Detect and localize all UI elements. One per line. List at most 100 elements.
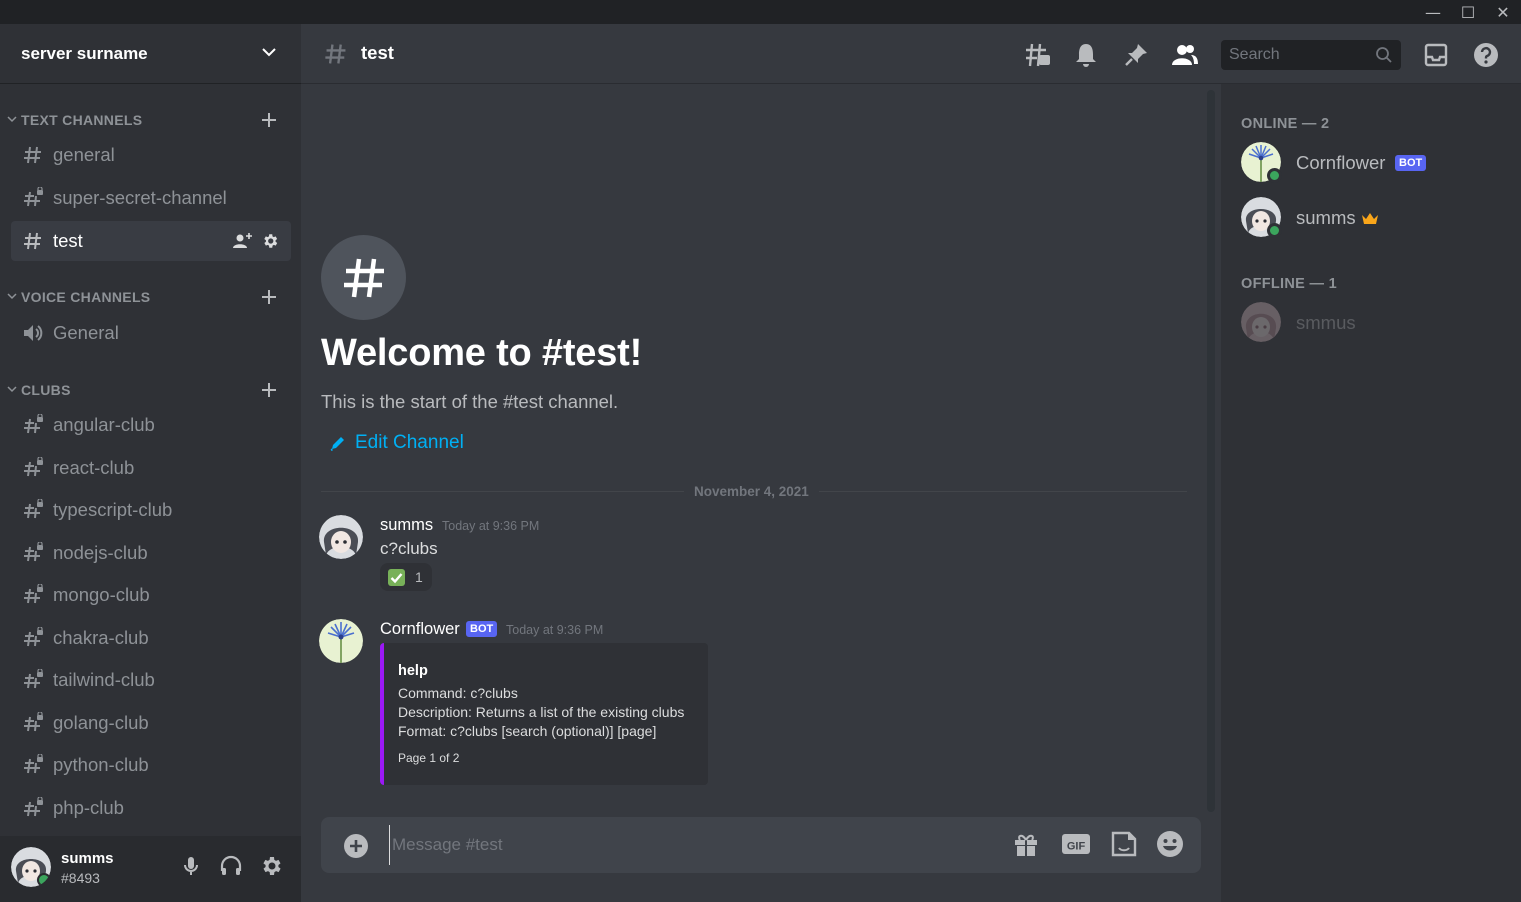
inbox-icon[interactable] <box>1422 41 1450 69</box>
channel-title: test <box>361 42 394 63</box>
search-box[interactable] <box>1221 40 1401 70</box>
member-cornflower[interactable]: Cornflower BOT <box>1241 142 1511 186</box>
bell-icon[interactable] <box>1072 41 1100 69</box>
message-author[interactable]: summs <box>380 516 433 535</box>
member-name: Cornflower <box>1296 152 1386 173</box>
reaction-count: 1 <box>415 569 423 585</box>
member-name: summs <box>1296 207 1356 228</box>
channel-name: golang-club <box>53 712 149 733</box>
create-channel-plus-icon[interactable] <box>259 380 279 400</box>
channel-name: python-club <box>53 754 149 775</box>
emoji-icon[interactable] <box>1155 829 1185 859</box>
caret-down-icon <box>7 293 17 300</box>
member-list-icon[interactable] <box>1171 41 1199 69</box>
locked-hashtag-icon <box>24 754 43 774</box>
message-composer: GIF <box>321 817 1201 873</box>
voice-channel-general[interactable]: General <box>11 313 291 353</box>
avatar[interactable] <box>319 515 363 559</box>
locked-hashtag-icon <box>24 499 43 519</box>
welcome-title: Welcome to #test! <box>321 332 643 374</box>
channel-mongo-club[interactable]: mongo-club <box>11 575 291 615</box>
channel-golang-club[interactable]: golang-club <box>11 703 291 743</box>
online-status-dot <box>1267 168 1282 183</box>
message-input[interactable] <box>389 825 989 865</box>
hashtag-icon <box>24 146 41 164</box>
create-channel-plus-icon[interactable] <box>259 110 279 130</box>
locked-hashtag-icon <box>24 187 43 207</box>
channel-name: angular-club <box>53 414 155 435</box>
headphones-icon[interactable] <box>219 854 243 878</box>
category-label: VOICE CHANNELS <box>21 289 151 305</box>
gif-label: GIF <box>1067 841 1086 853</box>
member-smmus[interactable]: smmus <box>1241 302 1511 346</box>
search-input[interactable] <box>1221 40 1371 70</box>
scrollbar[interactable] <box>1207 90 1215 812</box>
user-settings-gear-icon[interactable] <box>259 854 283 878</box>
channel-tailwind-club[interactable]: tailwind-club <box>11 660 291 700</box>
message-content: c?clubs <box>380 539 438 558</box>
channel-angular-club[interactable]: angular-club <box>11 405 291 445</box>
category-label: TEXT CHANNELS <box>21 112 143 128</box>
threads-icon[interactable] <box>1023 41 1051 69</box>
gift-icon[interactable] <box>1011 829 1041 859</box>
check-mark-emoji-icon <box>388 568 405 586</box>
channel-python-club[interactable]: python-club <box>11 745 291 785</box>
channel-name: test <box>53 230 83 251</box>
channel-nodejs-club[interactable]: nodejs-club <box>11 533 291 573</box>
help-icon[interactable] <box>1472 41 1500 69</box>
channel-react-club[interactable]: react-club <box>11 448 291 488</box>
caret-down-icon <box>7 116 17 123</box>
embed-line: Description: Returns a list of the exist… <box>398 704 685 720</box>
message-timestamp: Today at 9:36 PM <box>442 519 540 533</box>
close-window-button[interactable]: ✕ <box>1486 0 1520 24</box>
channel-name: php-club <box>53 797 124 818</box>
member-summs[interactable]: summs <box>1241 197 1511 241</box>
server-header[interactable]: server surname <box>0 24 301 84</box>
window-titlebar: — ☐ ✕ <box>0 0 1521 24</box>
add-attachment-plus-icon[interactable] <box>343 833 369 859</box>
invite-user-icon[interactable] <box>233 232 253 250</box>
channel-test[interactable]: test <box>11 221 291 261</box>
create-channel-plus-icon[interactable] <box>259 287 279 307</box>
embed-line: Command: c?clubs <box>398 685 518 701</box>
channel-chakra-club[interactable]: chakra-club <box>11 618 291 658</box>
category-text-channels[interactable]: TEXT CHANNELS <box>0 108 301 132</box>
locked-hashtag-icon <box>24 542 43 562</box>
crown-icon <box>1362 213 1378 224</box>
bot-badge: BOT <box>1395 155 1427 171</box>
channel-name: super-secret-channel <box>53 187 227 208</box>
channel-typescript-club[interactable]: typescript-club <box>11 490 291 530</box>
edit-channel-link[interactable]: Edit Channel <box>329 432 464 454</box>
message-author[interactable]: Cornflower <box>380 620 460 639</box>
channel-name: chakra-club <box>53 627 149 648</box>
avatar[interactable] <box>319 619 363 663</box>
channel-header: test <box>301 24 1521 84</box>
chevron-down-icon <box>262 48 276 57</box>
locked-hashtag-icon <box>24 457 43 477</box>
channel-php-club[interactable]: php-club <box>11 788 291 828</box>
online-header: ONLINE — 2 <box>1241 116 1330 132</box>
channel-name: mongo-club <box>53 584 150 605</box>
pin-icon[interactable] <box>1122 41 1150 69</box>
pencil-icon <box>330 437 344 451</box>
gif-icon[interactable]: GIF <box>1061 829 1091 859</box>
search-icon <box>1376 47 1392 63</box>
microphone-icon[interactable] <box>179 854 203 878</box>
channel-super-secret[interactable]: super-secret-channel <box>11 178 291 218</box>
hashtag-icon <box>24 232 41 250</box>
channel-name: General <box>53 322 119 343</box>
category-voice-channels[interactable]: VOICE CHANNELS <box>0 285 301 309</box>
category-clubs[interactable]: CLUBS <box>0 378 301 402</box>
avatar[interactable] <box>11 847 51 887</box>
user-tag: #8493 <box>61 870 100 886</box>
maximize-button[interactable]: ☐ <box>1451 0 1485 24</box>
reaction-checkmark[interactable]: 1 <box>380 563 432 591</box>
channel-general[interactable]: general <box>11 135 291 175</box>
locked-hashtag-icon <box>24 414 43 434</box>
server-name: server surname <box>21 43 148 63</box>
embed-footer: Page 1 of 2 <box>398 751 460 765</box>
sticker-icon[interactable] <box>1109 829 1139 859</box>
gear-icon[interactable] <box>261 232 279 250</box>
channel-name: react-club <box>53 457 135 478</box>
minimize-button[interactable]: — <box>1416 0 1450 24</box>
